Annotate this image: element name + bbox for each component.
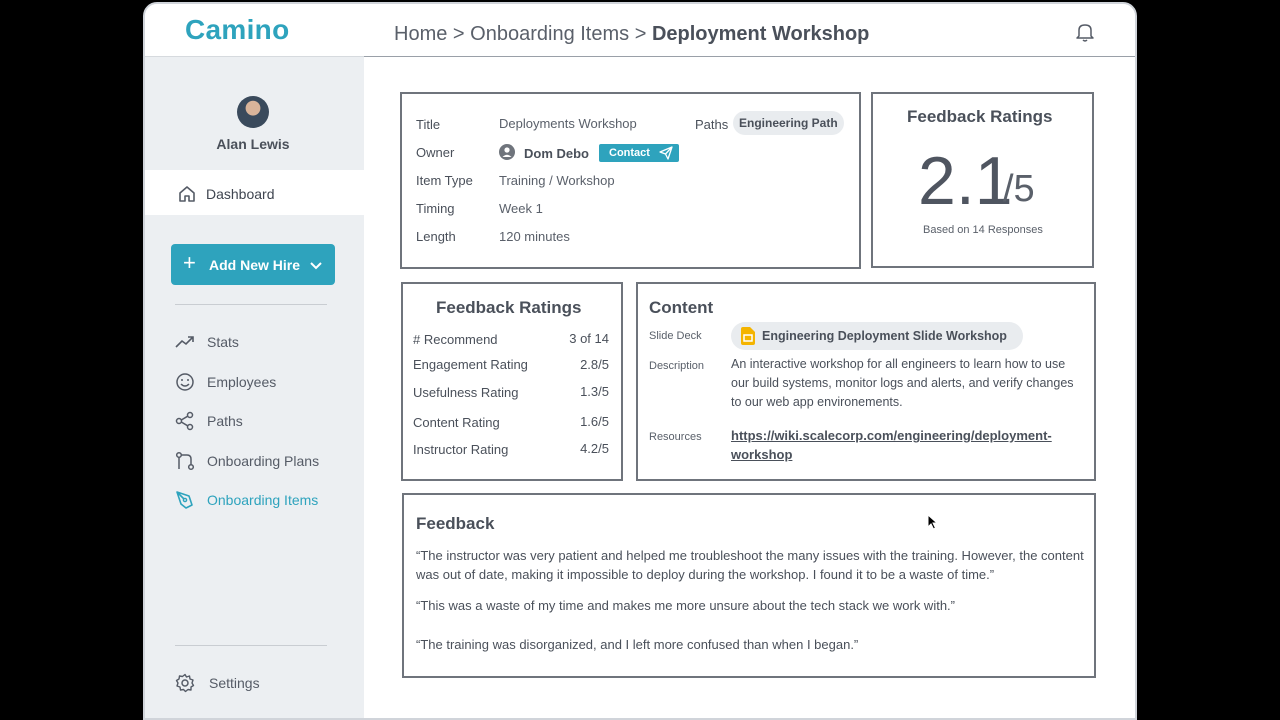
feedback-quote: “This was a waste of my time and makes m…: [416, 598, 955, 613]
rating-label: Engagement Rating: [413, 357, 528, 372]
feedback-card: Feedback “The instructor was very patien…: [402, 493, 1096, 678]
rating-value: 3 of 14: [569, 331, 609, 346]
feedback-title: Feedback: [416, 514, 495, 533]
breadcrumb-home[interactable]: Home: [394, 23, 447, 45]
breadcrumb-separator: >: [452, 23, 465, 45]
send-icon: [659, 146, 673, 163]
plus-icon: +: [183, 250, 196, 275]
contact-label: Contact: [609, 147, 650, 159]
rating-value: 1.6/5: [580, 414, 609, 429]
logo-area: Camino: [145, 4, 364, 57]
rating-value: 1.3/5: [580, 384, 609, 399]
breadcrumb-onboarding-items[interactable]: Onboarding Items: [470, 23, 629, 45]
nav-dashboard[interactable]: Dashboard: [145, 170, 364, 215]
slide-deck-title: Engineering Deployment Slide Workshop: [762, 329, 1007, 343]
sidebar-item-label: Settings: [209, 675, 260, 691]
owner-label: Owner: [416, 145, 455, 160]
summary-score: 2.1: [918, 143, 1013, 219]
rating-label: # Recommend: [413, 332, 498, 347]
sidebar-item-label: Onboarding Items: [207, 492, 319, 508]
sidebar-item-stats[interactable]: Stats: [175, 330, 345, 354]
git-branch-icon: [175, 451, 195, 471]
feedback-ratings-card: Feedback Ratings # Recommend 3 of 14 Eng…: [401, 282, 623, 481]
description-label: Description: [649, 360, 705, 372]
home-icon: [178, 185, 196, 208]
item-type-value: Training / Workshop: [499, 173, 615, 188]
breadcrumb-current: Deployment Workshop: [651, 23, 870, 45]
timing-value: Week 1: [499, 201, 543, 216]
sidebar-divider: [175, 304, 327, 305]
avatar[interactable]: [237, 96, 269, 128]
resources-label: Resources: [649, 431, 702, 443]
sidebar-item-onboarding-plans[interactable]: Onboarding Plans: [175, 449, 345, 473]
content-card: Content Slide Deck Engineering Deploymen…: [636, 282, 1096, 481]
content-title: Content: [649, 298, 714, 317]
summary-based-on: Based on 14 Responses: [923, 224, 1043, 236]
length-value: 120 minutes: [499, 229, 570, 244]
sidebar-item-label: Employees: [207, 374, 277, 390]
logo[interactable]: Camino: [185, 14, 289, 46]
item-type-label: Item Type: [416, 173, 473, 188]
contact-button[interactable]: Contact: [599, 144, 679, 162]
paths-label: Paths: [695, 117, 729, 132]
timing-label: Timing: [416, 201, 455, 216]
item-details-card: Title Deployments Workshop Paths Enginee…: [400, 92, 861, 269]
smiley-icon: [175, 372, 195, 392]
trending-up-icon: [175, 332, 195, 352]
rating-value: 2.8/5: [580, 357, 609, 372]
sidebar: Camino Alan Lewis Dashboard + Add New Hi…: [145, 4, 364, 718]
sidebar-item-label: Paths: [207, 413, 243, 429]
google-slides-icon: [741, 327, 755, 350]
share-icon: [175, 411, 195, 431]
description-text: An interactive workshop for all engineer…: [731, 357, 1074, 409]
feedback-summary-card: Feedback Ratings 2.1 /5 Based on 14 Resp…: [871, 92, 1094, 268]
feedback-quote: “The training was disorganized, and I le…: [416, 637, 859, 652]
chevron-down-icon[interactable]: [310, 258, 322, 276]
rating-value: 4.2/5: [580, 441, 609, 456]
summary-denominator: /5: [1003, 168, 1035, 210]
summary-title: Feedback Ratings: [907, 107, 1053, 126]
nav-dashboard-label: Dashboard: [206, 186, 275, 202]
title-label: Title: [416, 117, 441, 132]
pen-tool-icon: [175, 490, 195, 510]
sidebar-item-settings[interactable]: Settings: [175, 671, 345, 695]
sidebar-item-paths[interactable]: Paths: [175, 409, 345, 433]
sidebar-item-employees[interactable]: Employees: [175, 370, 345, 394]
add-new-hire-button[interactable]: + Add New Hire: [171, 244, 335, 285]
ratings-title: Feedback Ratings: [436, 298, 582, 317]
resources-link[interactable]: https://wiki.scalecorp.com/engineering/d…: [731, 426, 1052, 464]
add-new-hire-label: Add New Hire: [209, 257, 301, 273]
bell-icon[interactable]: [1076, 22, 1094, 47]
rating-label: Usefulness Rating: [413, 385, 519, 400]
sidebar-item-label: Stats: [207, 334, 239, 350]
path-tag[interactable]: Engineering Path: [733, 111, 844, 135]
title-value: Deployments Workshop: [499, 116, 637, 131]
sidebar-item-onboarding-items[interactable]: Onboarding Items: [175, 488, 345, 512]
breadcrumb-separator: >: [634, 23, 647, 45]
rating-label: Content Rating: [413, 415, 500, 430]
user-icon: [499, 144, 515, 165]
header: Home > Onboarding Items > Deployment Wor…: [364, 4, 1135, 57]
breadcrumb: Home > Onboarding Items > Deployment Wor…: [394, 23, 869, 46]
gear-icon: [175, 673, 195, 693]
rating-label: Instructor Rating: [413, 442, 509, 457]
length-label: Length: [416, 229, 456, 244]
owner-name[interactable]: Dom Debo: [524, 146, 589, 161]
slide-deck-label: Slide Deck: [649, 330, 702, 342]
feedback-quote: “The instructor was very patient and hel…: [416, 548, 1084, 582]
sidebar-divider: [175, 645, 327, 646]
app-window: Camino Alan Lewis Dashboard + Add New Hi…: [143, 2, 1137, 720]
mouse-cursor-icon: [927, 513, 939, 535]
slide-deck-chip[interactable]: Engineering Deployment Slide Workshop: [731, 322, 1023, 350]
sidebar-item-label: Onboarding Plans: [207, 453, 320, 469]
user-name: Alan Lewis: [216, 136, 290, 152]
